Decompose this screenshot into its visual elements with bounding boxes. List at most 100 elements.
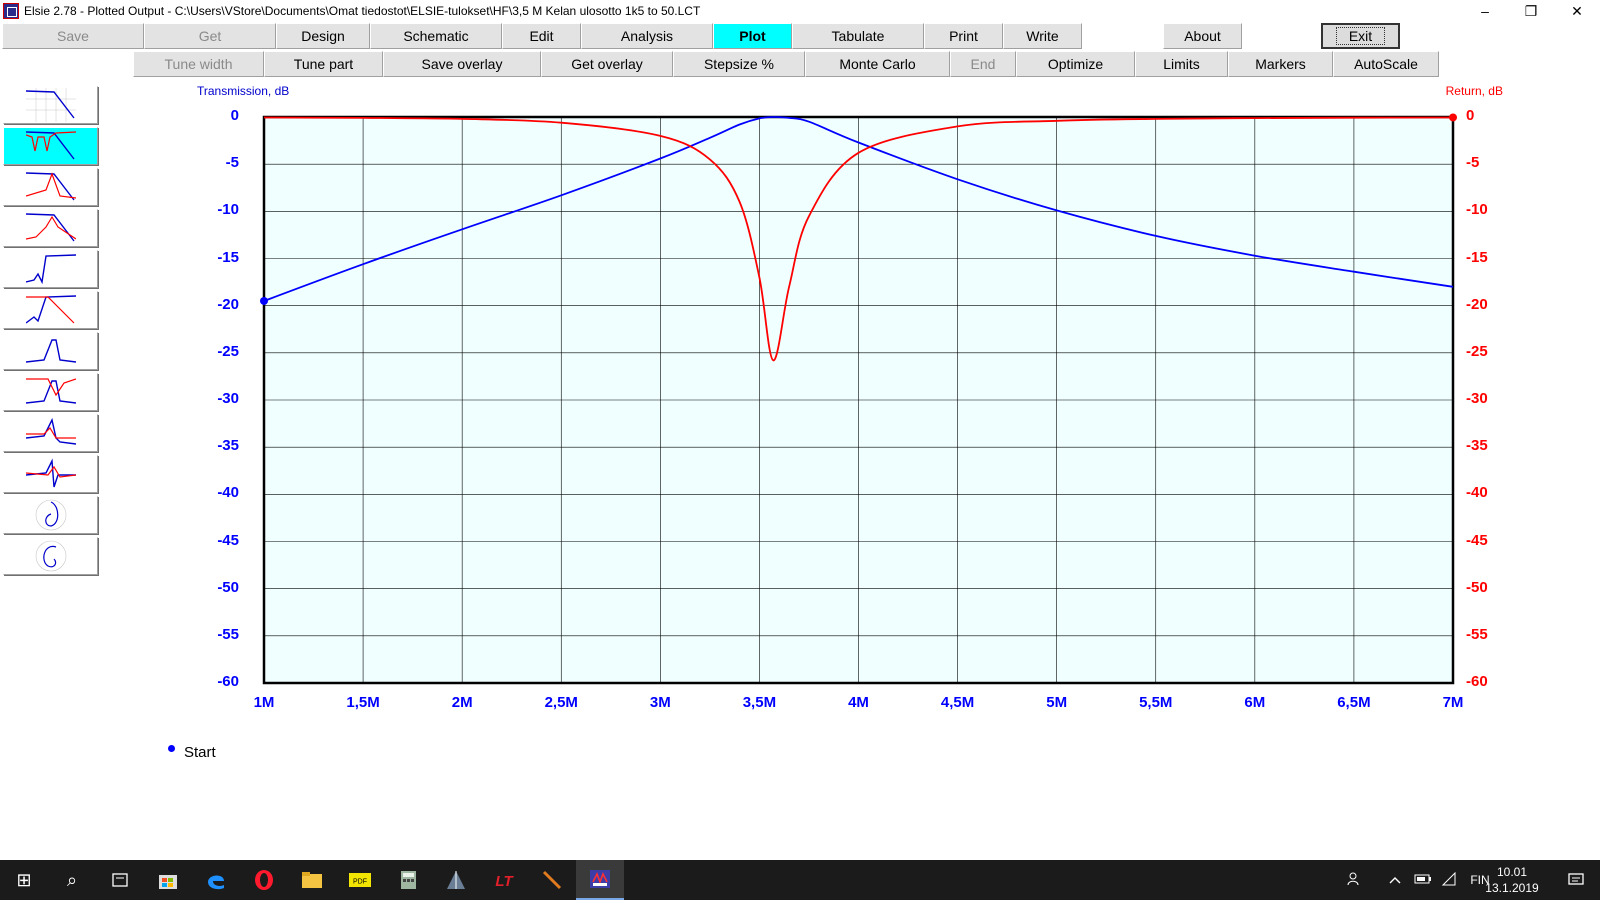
- tune-width-button[interactable]: Tune width: [133, 51, 264, 77]
- autoscale-button[interactable]: AutoScale: [1333, 51, 1439, 77]
- title-bar: Elsie 2.78 - Plotted Output - C:\Users\V…: [0, 0, 1600, 22]
- bandpass-thumb-icon: [25, 339, 76, 363]
- write-button[interactable]: Write: [1003, 23, 1082, 49]
- x-tick-label: 7M: [1442, 694, 1464, 711]
- highpass-thumb-icon: [25, 254, 76, 285]
- wifi-icon[interactable]: [1436, 871, 1462, 889]
- search-icon[interactable]: ⌕: [48, 860, 96, 900]
- x-tick-label: 4M: [848, 694, 869, 711]
- left-axis-title: Transmission, dB: [197, 84, 290, 98]
- return-loss-curve: [263, 116, 1454, 362]
- plot-type-10[interactable]: [3, 455, 98, 493]
- windows-start-icon[interactable]: ⊞: [0, 860, 48, 900]
- clock[interactable]: 10.01 13.1.2019: [1482, 864, 1542, 896]
- svg-text:PDF: PDF: [353, 879, 367, 886]
- drawing-app-icon[interactable]: [432, 860, 480, 900]
- end-button[interactable]: End: [950, 51, 1016, 77]
- task-view-icon[interactable]: [96, 860, 144, 900]
- y-tick-label-right: -60: [1466, 673, 1488, 690]
- y-tick-label-left: -5: [225, 154, 239, 172]
- analysis-button[interactable]: Analysis: [581, 23, 713, 49]
- x-tick-label: 5M: [1046, 694, 1068, 711]
- monte-carlo-button[interactable]: Monte Carlo: [805, 51, 950, 77]
- plot-button[interactable]: Plot: [713, 23, 792, 49]
- y-tick-label-right: -35: [1466, 437, 1488, 455]
- plot-type-smith[interactable]: [3, 496, 98, 534]
- restore-button[interactable]: ❐: [1508, 0, 1554, 22]
- file-explorer-icon[interactable]: [288, 860, 336, 900]
- battery-icon[interactable]: [1410, 873, 1436, 887]
- legend: Start: [168, 744, 216, 761]
- schematic-button[interactable]: Schematic: [370, 23, 502, 49]
- right-axis-title: Return, dB: [1445, 84, 1503, 98]
- ltspice-icon[interactable]: LT: [480, 860, 528, 900]
- y-tick-label-right: -25: [1466, 342, 1488, 360]
- elsie-taskbar-icon[interactable]: [576, 860, 624, 900]
- exit-button[interactable]: Exit: [1321, 23, 1400, 49]
- elsie-app-icon: [3, 3, 19, 19]
- response-plot[interactable]: [0, 0, 1600, 900]
- stepsize-button[interactable]: Stepsize %: [673, 51, 805, 77]
- y-tick-label-left: -15: [217, 248, 239, 266]
- get-overlay-button[interactable]: Get overlay: [541, 51, 673, 77]
- trans-phase-thumb-icon: [25, 213, 76, 242]
- y-tick-label-left: -50: [217, 578, 239, 596]
- x-tick-label: 3,5M: [742, 694, 777, 711]
- x-tick-label: 6M: [1244, 694, 1266, 711]
- opera-icon[interactable]: [240, 860, 288, 900]
- bandpass-phase-thumb-icon: [25, 458, 76, 488]
- soldering-app-icon[interactable]: [528, 860, 576, 900]
- edit-button[interactable]: Edit: [502, 23, 581, 49]
- get-button[interactable]: Get: [144, 23, 276, 49]
- design-button[interactable]: Design: [276, 23, 370, 49]
- trans-delay-thumb-icon: [25, 172, 76, 201]
- y-tick-label-left: -30: [217, 390, 239, 407]
- optimize-button[interactable]: Optimize: [1016, 51, 1135, 77]
- print-button[interactable]: Print: [924, 23, 1003, 49]
- transmission-curve: [263, 116, 1454, 302]
- chevron-up-icon[interactable]: [1380, 873, 1410, 887]
- y-tick-label-left: -20: [217, 295, 239, 313]
- plot-area: [264, 117, 1453, 683]
- y-tick-label-left: -35: [217, 437, 239, 455]
- plot-type-3[interactable]: [3, 168, 98, 206]
- minimize-button[interactable]: –: [1462, 0, 1508, 22]
- limits-button[interactable]: Limits: [1135, 51, 1228, 77]
- markers-button[interactable]: Markers: [1228, 51, 1333, 77]
- x-tick-label: 2,5M: [544, 694, 578, 711]
- plot-type-5[interactable]: [3, 250, 98, 288]
- plot-type-4[interactable]: [3, 209, 98, 247]
- about-button[interactable]: About: [1163, 23, 1242, 49]
- smith-chart-thumb-icon: [35, 499, 66, 531]
- pdf-reader-icon[interactable]: PDF: [336, 860, 384, 900]
- plot-type-transmission[interactable]: [3, 86, 98, 124]
- plot-type-trans-return[interactable]: [3, 127, 98, 165]
- x-tick-label: 3M: [649, 694, 671, 711]
- x-tick-label: 2M: [451, 694, 473, 711]
- plot-type-8[interactable]: [3, 373, 98, 411]
- tabulate-button[interactable]: Tabulate: [792, 23, 924, 49]
- y-tick-label-left: -60: [217, 673, 239, 690]
- plot-type-9[interactable]: [3, 414, 98, 452]
- people-icon[interactable]: [1340, 872, 1370, 889]
- store-icon[interactable]: [144, 860, 192, 900]
- y-tick-label-left: -55: [217, 625, 239, 643]
- y-tick-label-right: -30: [1466, 390, 1488, 407]
- calculator-app-icon[interactable]: [384, 860, 432, 900]
- plot-type-polar[interactable]: [3, 537, 98, 575]
- notifications-icon[interactable]: [1552, 860, 1600, 900]
- close-button[interactable]: ✕: [1554, 0, 1600, 22]
- save-button[interactable]: Save: [2, 23, 144, 49]
- plot-type-6[interactable]: [3, 291, 98, 329]
- plot-type-7[interactable]: [3, 332, 98, 370]
- save-overlay-button[interactable]: Save overlay: [383, 51, 541, 77]
- y-tick-label-right: -40: [1466, 484, 1488, 502]
- x-tick-label: 1M: [253, 694, 275, 711]
- start-marker[interactable]: [260, 296, 268, 305]
- y-tick-label-left: -45: [217, 531, 239, 549]
- y-tick-label-right: -20: [1466, 295, 1488, 313]
- clock-date: 13.1.2019: [1485, 881, 1539, 895]
- svg-text:LT: LT: [495, 873, 514, 889]
- tune-part-button[interactable]: Tune part: [264, 51, 383, 77]
- edge-icon[interactable]: [192, 860, 240, 900]
